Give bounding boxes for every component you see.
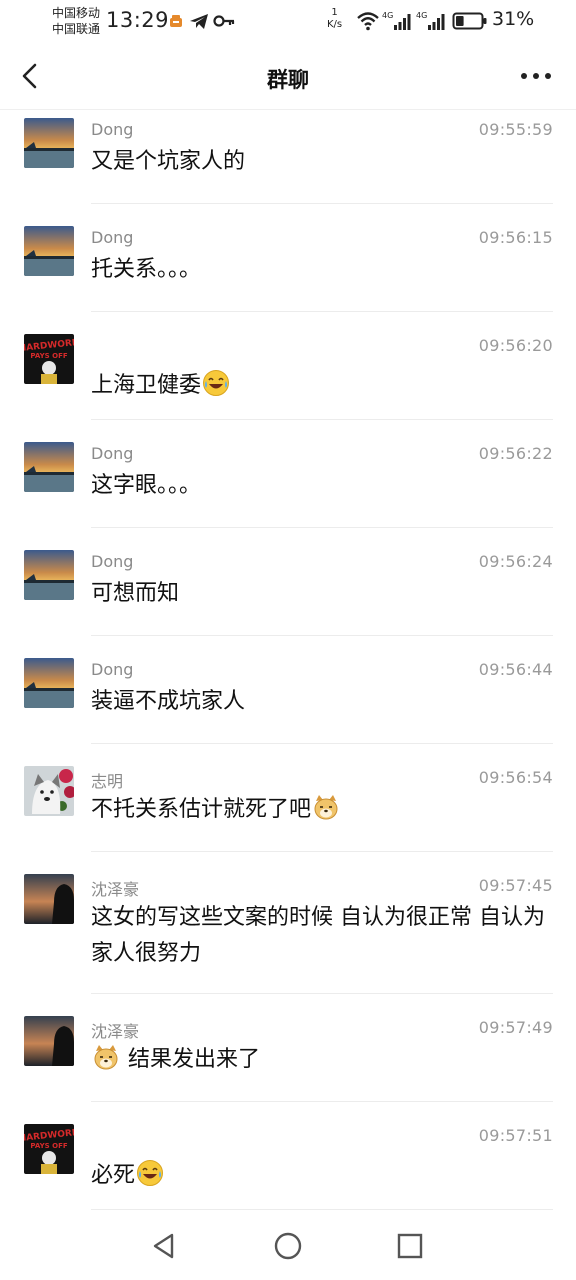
avatar[interactable] xyxy=(24,1016,74,1066)
message-item[interactable]: Dong 09:56:44 装逼不成坑家人 xyxy=(0,636,576,744)
message-text[interactable]: 上海卫健委 xyxy=(91,368,546,404)
home-circle-icon[interactable] xyxy=(272,1230,304,1262)
message-text[interactable]: 托关系。。。 xyxy=(91,252,546,288)
app-notification-icon xyxy=(170,15,182,27)
back-triangle-icon[interactable] xyxy=(148,1230,180,1262)
message-time: 09:57:49 xyxy=(478,1018,553,1037)
avatar[interactable] xyxy=(24,874,74,924)
message-text-content: 这女的写这些文案的时候 自认为很正常 自认为家人很努力 xyxy=(91,905,545,966)
message-text-content: 装逼不成坑家人 xyxy=(91,689,246,714)
message-item[interactable]: 志明 09:56:54 不托关系估计就死了吧 xyxy=(0,744,576,852)
avatar[interactable] xyxy=(24,442,74,492)
page-title: 群聊 xyxy=(267,68,309,92)
laugh-cry-emoji-icon xyxy=(137,1160,164,1186)
message-text-content: 又是个坑家人的 xyxy=(91,149,246,174)
message-item[interactable]: Dong 09:56:24 可想而知 xyxy=(0,528,576,636)
message-time: 09:56:20 xyxy=(478,336,553,355)
telegram-icon xyxy=(190,14,208,29)
wifi-icon xyxy=(357,12,379,31)
sender-name: 志明 xyxy=(91,772,124,791)
more-options-icon[interactable] xyxy=(514,58,558,94)
message-text-content: 这字眼。。。 xyxy=(91,473,202,498)
message-item[interactable]: 沈泽豪 09:57:45 这女的写这些文案的时候 自认为很正常 自认为家人很努力 xyxy=(0,852,576,994)
message-text[interactable]: 不托关系估计就死了吧 xyxy=(91,792,546,828)
message-item[interactable]: HARDWORK PAYS OFF 09:56:20 上海卫健委 xyxy=(0,312,576,420)
avatar[interactable] xyxy=(24,766,74,816)
carrier-labels: 中国移动 中国联通 xyxy=(52,5,100,37)
avatar[interactable] xyxy=(24,658,74,708)
sender-name: 沈泽豪 xyxy=(91,880,140,899)
message-text[interactable]: 可想而知 xyxy=(91,576,546,612)
message-item[interactable]: HARDWORK PAYS OFF 09:57:51 必死 xyxy=(0,1102,576,1210)
chat-header: 群聊 xyxy=(0,44,576,110)
sender-name: Dong xyxy=(91,552,134,571)
message-time: 09:56:54 xyxy=(478,768,553,787)
signal-2-label: 4G xyxy=(416,11,427,20)
clock: 13:29 xyxy=(106,8,170,32)
message-text-content: 托关系。。。 xyxy=(91,257,202,282)
message-text[interactable]: 结果发出来了 xyxy=(91,1042,546,1078)
laugh-cry-emoji-icon xyxy=(203,370,230,396)
battery-icon xyxy=(452,12,487,30)
message-item[interactable]: Dong 09:56:22 这字眼。。。 xyxy=(0,420,576,528)
message-text-content: 必死 xyxy=(91,1163,136,1188)
signal-2-icon: 4G xyxy=(416,11,445,30)
message-text[interactable]: 这字眼。。。 xyxy=(91,468,546,504)
message-time: 09:56:44 xyxy=(478,660,553,679)
sender-name: 沈泽豪 xyxy=(91,1022,140,1041)
avatar[interactable] xyxy=(24,226,74,276)
message-time: 09:57:51 xyxy=(478,1126,553,1145)
battery-percent: 31% xyxy=(492,8,535,30)
message-time: 09:56:24 xyxy=(478,552,553,571)
message-item[interactable]: Dong 09:55:59 又是个坑家人的 xyxy=(0,112,576,204)
message-text-content: 可想而知 xyxy=(91,581,180,606)
avatar[interactable]: HARDWORK PAYS OFF xyxy=(24,1124,74,1174)
net-speed-unit: K/s xyxy=(327,19,343,30)
key-icon xyxy=(213,15,235,27)
net-speed: 1 K/s xyxy=(327,7,342,31)
sender-name: Dong xyxy=(91,228,134,247)
message-text-content: 上海卫健委 xyxy=(91,373,202,398)
message-text[interactable]: 必死 xyxy=(91,1158,546,1194)
recents-square-icon[interactable] xyxy=(394,1230,426,1262)
signal-1-label: 4G xyxy=(382,11,393,20)
message-list[interactable]: Dong 09:55:59 又是个坑家人的 Dong 09:56:15 托关系。。。 HAR… xyxy=(0,112,576,1210)
sender-name: Dong xyxy=(91,120,134,139)
message-text[interactable]: 这女的写这些文案的时候 自认为很正常 自认为家人很努力 xyxy=(91,900,546,972)
doge-emoji-icon xyxy=(314,795,338,820)
carrier-2: 中国联通 xyxy=(52,22,101,36)
message-time: 09:55:59 xyxy=(478,120,553,139)
message-item[interactable]: Dong 09:56:15 托关系。。。 xyxy=(0,204,576,312)
message-item[interactable]: 沈泽豪 09:57:49 结果发出来了 xyxy=(0,994,576,1102)
message-text[interactable]: 又是个坑家人的 xyxy=(91,144,546,180)
avatar[interactable] xyxy=(24,118,74,168)
message-time: 09:56:22 xyxy=(478,444,553,463)
message-text[interactable]: 装逼不成坑家人 xyxy=(91,684,546,720)
battery-fill xyxy=(456,16,464,26)
sender-name: Dong xyxy=(91,444,134,463)
avatar[interactable]: HARDWORK PAYS OFF xyxy=(24,334,74,384)
avatar[interactable] xyxy=(24,550,74,600)
message-time: 09:57:45 xyxy=(478,876,553,895)
svg-text:PAYS OFF: PAYS OFF xyxy=(30,1142,68,1150)
message-text-content: 结果发出来了 xyxy=(121,1047,260,1072)
sender-name: Dong xyxy=(91,660,134,679)
message-text-content: 不托关系估计就死了吧 xyxy=(91,797,312,822)
net-speed-value: 1 xyxy=(331,7,338,18)
svg-text:PAYS OFF: PAYS OFF xyxy=(30,352,68,360)
carrier-1: 中国移动 xyxy=(52,6,101,20)
doge-emoji-icon xyxy=(94,1045,118,1070)
status-bar: 中国移动 中国联通 13:29 1 K/s 4G 4G 31% xyxy=(0,0,576,44)
signal-1-icon: 4G xyxy=(382,11,411,30)
system-navigation-bar xyxy=(0,1210,576,1280)
message-time: 09:56:15 xyxy=(478,228,553,247)
